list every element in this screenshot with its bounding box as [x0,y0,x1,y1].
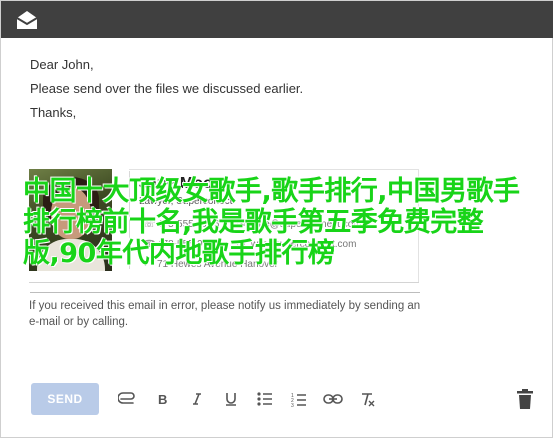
body-line: Dear John, [30,57,94,72]
attach-button[interactable] [117,387,139,411]
body-line: Please send over the files we discussed … [30,81,304,96]
send-button[interactable]: SEND [31,383,99,415]
body-line: Thanks, [30,105,77,120]
italic-icon [193,393,201,405]
link-button[interactable] [322,387,344,411]
disclaimer-divider [30,292,420,293]
signature-border [129,169,419,170]
mail-open-icon [16,11,38,29]
trash-icon[interactable] [515,387,535,411]
clear-format-icon [362,392,375,406]
disclaimer-text: If you received this email in error, ple… [29,300,421,328]
numbered-list-button[interactable]: 1 2 3 [288,387,310,411]
bold-button[interactable]: B [152,387,174,411]
bold-icon: B [158,392,167,406]
underline-icon [226,393,236,406]
signature-border [29,282,419,283]
italic-button[interactable] [186,387,208,411]
compose-toolbar: SEND B 1 2 3 [1,379,553,421]
svg-text:B: B [158,392,167,406]
clear-format-button[interactable] [357,387,379,411]
svg-text:3: 3 [291,403,294,407]
paperclip-icon [118,392,135,404]
email-body[interactable]: Dear John, Please send over the files we… [30,56,500,128]
compose-window: Dear John, Please send over the files we… [0,0,553,438]
numbered-list-icon: 1 2 3 [291,393,306,407]
bulleted-list-button[interactable] [254,387,276,411]
title-bar [1,1,553,38]
underline-button[interactable] [220,387,242,411]
overlay-text: 中国十大顶级女歌手,歌手排行,中国男歌手排行榜前十名,我是歌手第五季免费完整版,… [23,176,520,269]
bulleted-list-icon [257,392,272,406]
link-icon [323,394,343,404]
